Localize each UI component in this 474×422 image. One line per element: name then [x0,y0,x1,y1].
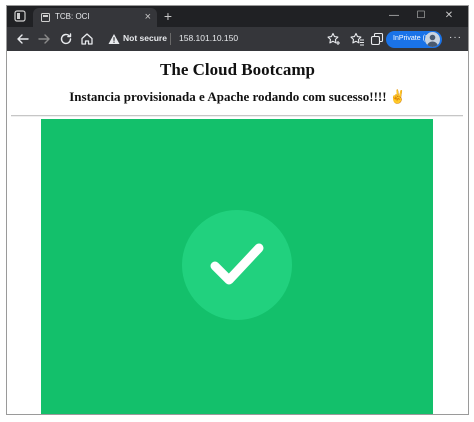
tab-active[interactable]: TCB: OCI × [33,8,157,27]
checkmark-icon [210,243,264,285]
more-menu-button[interactable]: ··· [449,32,462,43]
new-tab-button[interactable]: + [160,8,176,24]
favorites-icon[interactable] [349,31,365,47]
minimize-button[interactable]: — [383,8,405,24]
page-title: The Cloud Bootcamp [160,60,315,79]
security-label[interactable]: Not secure [123,33,167,43]
subtitle-text: Instancia provisionada e Apache rodando … [69,89,387,104]
back-arrow-icon[interactable] [15,31,31,47]
close-window-button[interactable]: ✕ [438,8,460,24]
tab-actions-icon[interactable] [14,10,26,22]
success-banner [41,119,433,414]
maximize-button[interactable]: ☐ [410,8,432,24]
url-text[interactable]: 158.101.10.150 [179,33,238,43]
address-separator [170,33,171,45]
tab-close-button[interactable]: × [145,10,151,24]
address-bar[interactable]: Not secure 158.101.10.150 [102,30,348,48]
home-icon[interactable] [79,31,95,47]
warning-icon[interactable] [108,33,120,45]
add-favorite-icon[interactable] [326,31,342,47]
divider [11,115,463,117]
page-favicon-icon [41,13,50,22]
browser-window: TCB: OCI × + — ☐ ✕ Not secure 158.101.10… [6,5,469,415]
tab-bar: TCB: OCI × + — ☐ ✕ [7,6,468,27]
tab-title: TCB: OCI [55,12,90,21]
inprivate-badge[interactable]: InPrivate (2) [386,31,442,48]
browser-toolbar: Not secure 158.101.10.150 InPrivate (2) [7,27,468,51]
page-content: The Cloud Bootcamp Instancia provisionad… [7,51,468,414]
refresh-icon[interactable] [58,31,74,47]
success-circle [182,210,292,320]
collections-icon[interactable] [369,31,385,47]
forward-arrow-icon[interactable] [36,31,52,47]
victory-hand-icon: ✌ [389,89,406,104]
page-subtitle: Instancia provisionada e Apache rodando … [7,89,468,105]
user-avatar-icon [427,34,438,47]
avatar[interactable] [425,32,440,47]
